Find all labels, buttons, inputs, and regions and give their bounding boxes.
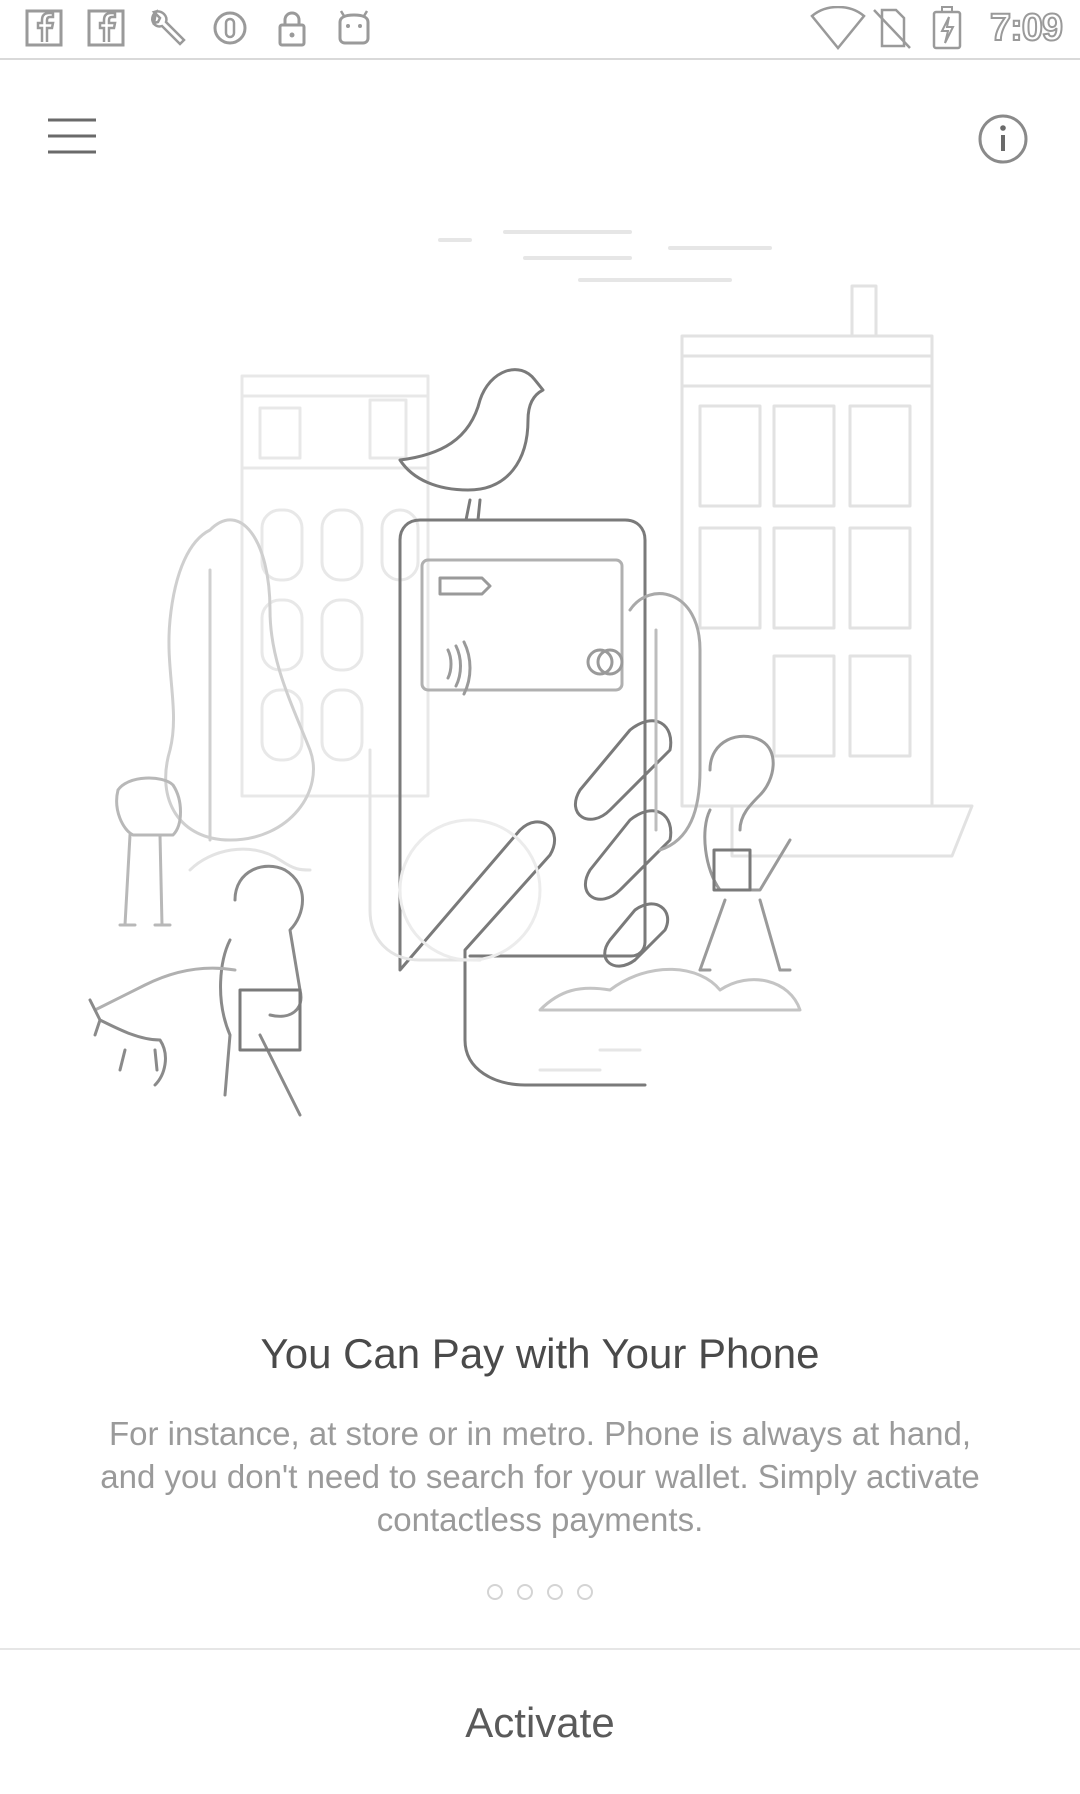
android-icon [334, 8, 374, 48]
info-button[interactable] [976, 112, 1030, 166]
facebook-icon [86, 8, 126, 48]
page-dot [547, 1584, 563, 1600]
battery-charging-icon [930, 6, 974, 50]
activate-button[interactable]: Activate [0, 1652, 1080, 1794]
onboarding-description: For instance, at store or in metro. Phon… [100, 1415, 980, 1538]
status-bar: 7:09 [0, 0, 1080, 60]
page-dot [517, 1584, 533, 1600]
footer-divider [0, 1648, 1080, 1650]
hand-holding-phone [368, 518, 702, 1087]
wifi-icon [810, 5, 866, 50]
lock-icon [272, 8, 312, 48]
onboarding-title: You Can Pay with Your Phone [260, 1330, 820, 1377]
info-icon [978, 114, 1028, 164]
bushes [538, 967, 802, 1072]
woman-walking [698, 734, 792, 972]
hamburger-menu-icon [48, 118, 96, 154]
tree [164, 518, 315, 872]
clouds [438, 230, 772, 282]
wrench-icon [148, 8, 188, 48]
facebook-icon [24, 8, 64, 48]
contactless-payment-illustration [70, 210, 1010, 1270]
page-indicator [0, 1584, 1080, 1600]
right-building [680, 284, 974, 858]
page-dot [487, 1584, 503, 1600]
page-dot [577, 1584, 593, 1600]
woman-with-dog [88, 864, 304, 1117]
circle-o-icon [210, 8, 250, 48]
man-standing [115, 776, 182, 927]
system-status: 7:09 [810, 5, 1064, 50]
bird [398, 368, 545, 522]
no-sim-icon [870, 6, 914, 50]
notification-icons [24, 8, 374, 48]
status-clock: 7:09 [989, 6, 1064, 50]
menu-button[interactable] [44, 114, 100, 158]
